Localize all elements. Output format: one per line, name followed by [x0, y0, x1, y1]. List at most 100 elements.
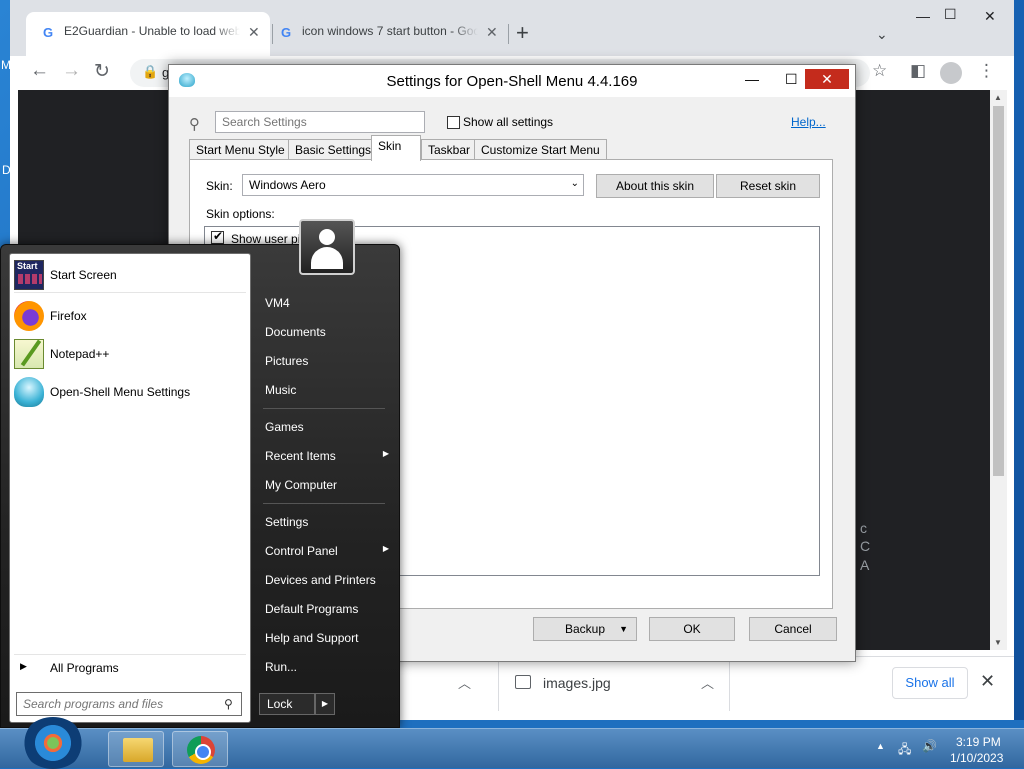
tab-google-search[interactable]: G icon windows 7 start button - Google S…: [264, 12, 508, 56]
reset-skin-button[interactable]: Reset skin: [716, 174, 820, 198]
minimize-icon[interactable]: —: [745, 71, 759, 87]
scroll-up-icon[interactable]: ▲: [994, 93, 1002, 102]
start-menu-item-notepad-plus-plus[interactable]: Notepad++: [14, 337, 246, 371]
back-arrow-icon[interactable]: ←: [30, 60, 49, 82]
show-user-picture-checkbox[interactable]: [211, 229, 224, 244]
divider: [263, 408, 385, 409]
start-menu-link-default-programs[interactable]: Default Programs: [259, 597, 393, 621]
tab-skin[interactable]: Skin: [371, 135, 421, 161]
skin-dropdown[interactable]: Windows Aero ⌄: [242, 174, 584, 196]
start-menu-link-help-support[interactable]: Help and Support: [259, 626, 393, 650]
about-skin-button[interactable]: About this skin: [596, 174, 714, 198]
start-menu-item-start-screen[interactable]: Start Screen: [14, 258, 246, 292]
lock-button[interactable]: Lock: [259, 693, 315, 715]
firefox-icon: [14, 301, 44, 331]
profile-avatar[interactable]: [940, 62, 962, 84]
close-tab-icon[interactable]: ✕: [248, 24, 260, 41]
page-text-fragment: A: [860, 557, 870, 573]
search-programs-input[interactable]: [16, 692, 242, 716]
taskbar: ▲ 🖧 🔊 3:19 PM 1/10/2023: [0, 717, 1024, 769]
start-menu-link-label: Recent Items: [265, 449, 336, 463]
start-orb-button[interactable]: [22, 717, 84, 769]
tab-title: icon windows 7 start button - Google Sea…: [302, 24, 478, 38]
taskbar-explorer-button[interactable]: [108, 731, 164, 767]
search-icon[interactable]: ⚲: [224, 697, 233, 711]
download-file-name: images.jpg: [543, 675, 611, 691]
network-icon[interactable]: 🖧: [898, 740, 911, 761]
reload-icon[interactable]: ↻: [94, 60, 110, 83]
image-file-icon: [515, 675, 531, 689]
scroll-down-icon[interactable]: ▼: [994, 638, 1002, 647]
start-menu-link-devices-printers[interactable]: Devices and Printers: [259, 568, 393, 592]
tab-taskbar[interactable]: Taskbar: [421, 139, 478, 159]
start-menu-link-games[interactable]: Games: [259, 415, 393, 439]
start-menu-item-firefox[interactable]: Firefox: [14, 299, 246, 333]
start-menu-item-label: Start Screen: [50, 268, 117, 282]
help-link[interactable]: Help...: [791, 115, 826, 129]
open-shell-icon: [14, 377, 44, 407]
user-picture[interactable]: [299, 219, 355, 275]
page-scrollbar[interactable]: ▲ ▼: [990, 90, 1007, 650]
lock-options-arrow-icon[interactable]: ▶: [315, 693, 335, 715]
all-programs-button[interactable]: ▶ All Programs: [14, 654, 246, 676]
google-g-icon: G: [280, 24, 292, 40]
cancel-button[interactable]: Cancel: [749, 617, 837, 641]
close-window-icon[interactable]: ✕: [984, 8, 996, 25]
tab-e2guardian[interactable]: G E2Guardian - Unable to load webpage ✕: [26, 12, 270, 56]
start-menu-link-control-panel[interactable]: Control Panel ▶: [259, 539, 393, 563]
tab-customize-start-menu[interactable]: Customize Start Menu: [474, 139, 607, 159]
volume-icon[interactable]: 🔊: [922, 739, 937, 753]
scroll-thumb[interactable]: [993, 106, 1004, 476]
minimize-icon[interactable]: —: [916, 8, 930, 24]
skin-options-label: Skin options:: [206, 207, 275, 221]
maximize-icon[interactable]: ☐: [944, 6, 957, 23]
start-menu-item-label: Notepad++: [50, 347, 110, 361]
tab-strip: G E2Guardian - Unable to load webpage ✕ …: [10, 0, 1014, 56]
clock-time[interactable]: 3:19 PM: [956, 735, 1001, 749]
chevron-up-icon[interactable]: ︿: [701, 673, 714, 692]
chevron-up-icon[interactable]: ︿: [458, 673, 471, 692]
start-menu-link-vm4[interactable]: VM4: [259, 291, 393, 315]
maximize-icon[interactable]: ☐: [785, 71, 798, 88]
clock-date[interactable]: 1/10/2023: [950, 751, 1003, 765]
new-tab-button[interactable]: +: [516, 22, 529, 44]
search-icon: ⚲: [189, 116, 200, 133]
show-hidden-icons-icon[interactable]: ▲: [876, 741, 885, 751]
start-menu-link-run[interactable]: Run...: [259, 655, 393, 679]
download-item[interactable]: images.jpg ︿: [498, 657, 730, 711]
close-icon[interactable]: ✕: [805, 69, 849, 89]
show-all-downloads-button[interactable]: Show all: [892, 667, 968, 699]
tab-start-menu-style[interactable]: Start Menu Style: [189, 139, 292, 159]
tab-basic-settings[interactable]: Basic Settings: [288, 139, 379, 159]
start-menu-programs-pane: Start Screen Firefox Notepad++ Open-Shel…: [9, 253, 251, 723]
backup-button[interactable]: Backup ▼: [533, 617, 637, 641]
skin-label: Skin:: [206, 179, 233, 193]
bookmark-star-icon[interactable]: ☆: [872, 61, 887, 81]
notepad-plus-plus-icon: [14, 339, 44, 369]
start-menu: Start Screen Firefox Notepad++ Open-Shel…: [0, 219, 400, 728]
start-menu-item-label: Open-Shell Menu Settings: [50, 385, 191, 399]
taskbar-chrome-button[interactable]: [172, 731, 228, 767]
start-menu-link-settings[interactable]: Settings: [259, 510, 393, 534]
side-panel-icon[interactable]: ◧: [910, 61, 926, 81]
start-menu-link-music[interactable]: Music: [259, 378, 393, 402]
start-menu-item-open-shell-settings[interactable]: Open-Shell Menu Settings: [14, 375, 246, 409]
tab-search-chevron-icon[interactable]: ⌄: [876, 26, 888, 43]
start-menu-link-documents[interactable]: Documents: [259, 320, 393, 344]
search-settings-input[interactable]: [215, 111, 425, 133]
more-menu-icon[interactable]: ⋮: [978, 61, 995, 81]
forward-arrow-icon[interactable]: →: [62, 60, 81, 82]
start-menu-item-label: Firefox: [50, 309, 87, 323]
close-downloads-icon[interactable]: ✕: [980, 671, 995, 692]
skin-dropdown-value: Windows Aero: [249, 178, 326, 192]
chevron-down-icon: ⌄: [570, 178, 579, 189]
folder-icon: [123, 738, 153, 762]
show-all-settings-checkbox[interactable]: [447, 116, 460, 129]
start-menu-link-pictures[interactable]: Pictures: [259, 349, 393, 373]
start-menu-link-recent-items[interactable]: Recent Items ▶: [259, 444, 393, 468]
start-menu-link-my-computer[interactable]: My Computer: [259, 473, 393, 497]
close-tab-icon[interactable]: ✕: [486, 24, 498, 41]
triangle-right-icon: ▶: [382, 449, 389, 458]
ok-button[interactable]: OK: [649, 617, 735, 641]
backup-label: Backup: [564, 622, 606, 636]
